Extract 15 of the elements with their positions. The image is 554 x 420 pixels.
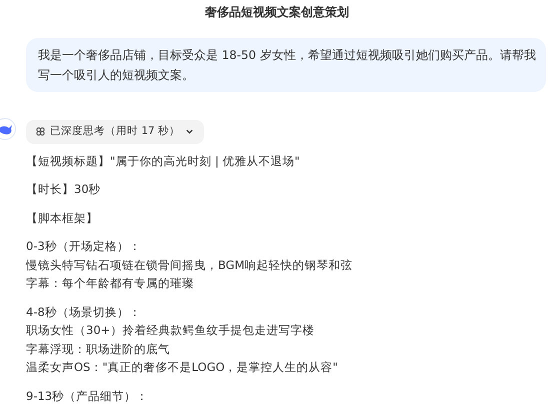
user-message: 我是一个奢侈品店铺，目标受众是 18-50 岁女性，希望通过短视频吸引她们购买产品。请帮我写一个吸引人的短视频文案。 — [26, 38, 546, 92]
text-line: 职场女性（30+）拎着经典款鳄鱼纹手提包走进写字楼 — [26, 322, 316, 340]
text-line: 慢镜头特写钻石项链在锁骨间摇曳，BGM响起轻快的钢琴和弦 — [26, 256, 354, 274]
text-line: 字幕浮现：职场进阶的底气 — [26, 340, 171, 358]
whale-avatar-icon — [0, 118, 16, 140]
page-title: 奢侈品短视频文案创意策划 — [204, 4, 350, 21]
text-line: 【时长】30秒 — [26, 181, 102, 198]
text-line: 【脚本框架】 — [26, 210, 99, 227]
text-line: 0-3秒（开场定格）： — [26, 238, 142, 256]
thinking-toggle[interactable]: 已深度思考（用时 17 秒） — [26, 120, 204, 144]
text-line: 【短视频标题】"属于你的高光时刻 | 优雅从不退场" — [26, 152, 301, 170]
text-line: 4-8秒（场景切换）： — [26, 304, 142, 321]
text-line: 9-13秒（产品细节）： — [26, 388, 150, 405]
text-line: 温柔女声OS："真正的奢侈不是LOGO，是掌控人生的从容" — [26, 359, 339, 376]
text-line: 字幕：每个年龄都有专属的璀璨 — [26, 275, 195, 292]
